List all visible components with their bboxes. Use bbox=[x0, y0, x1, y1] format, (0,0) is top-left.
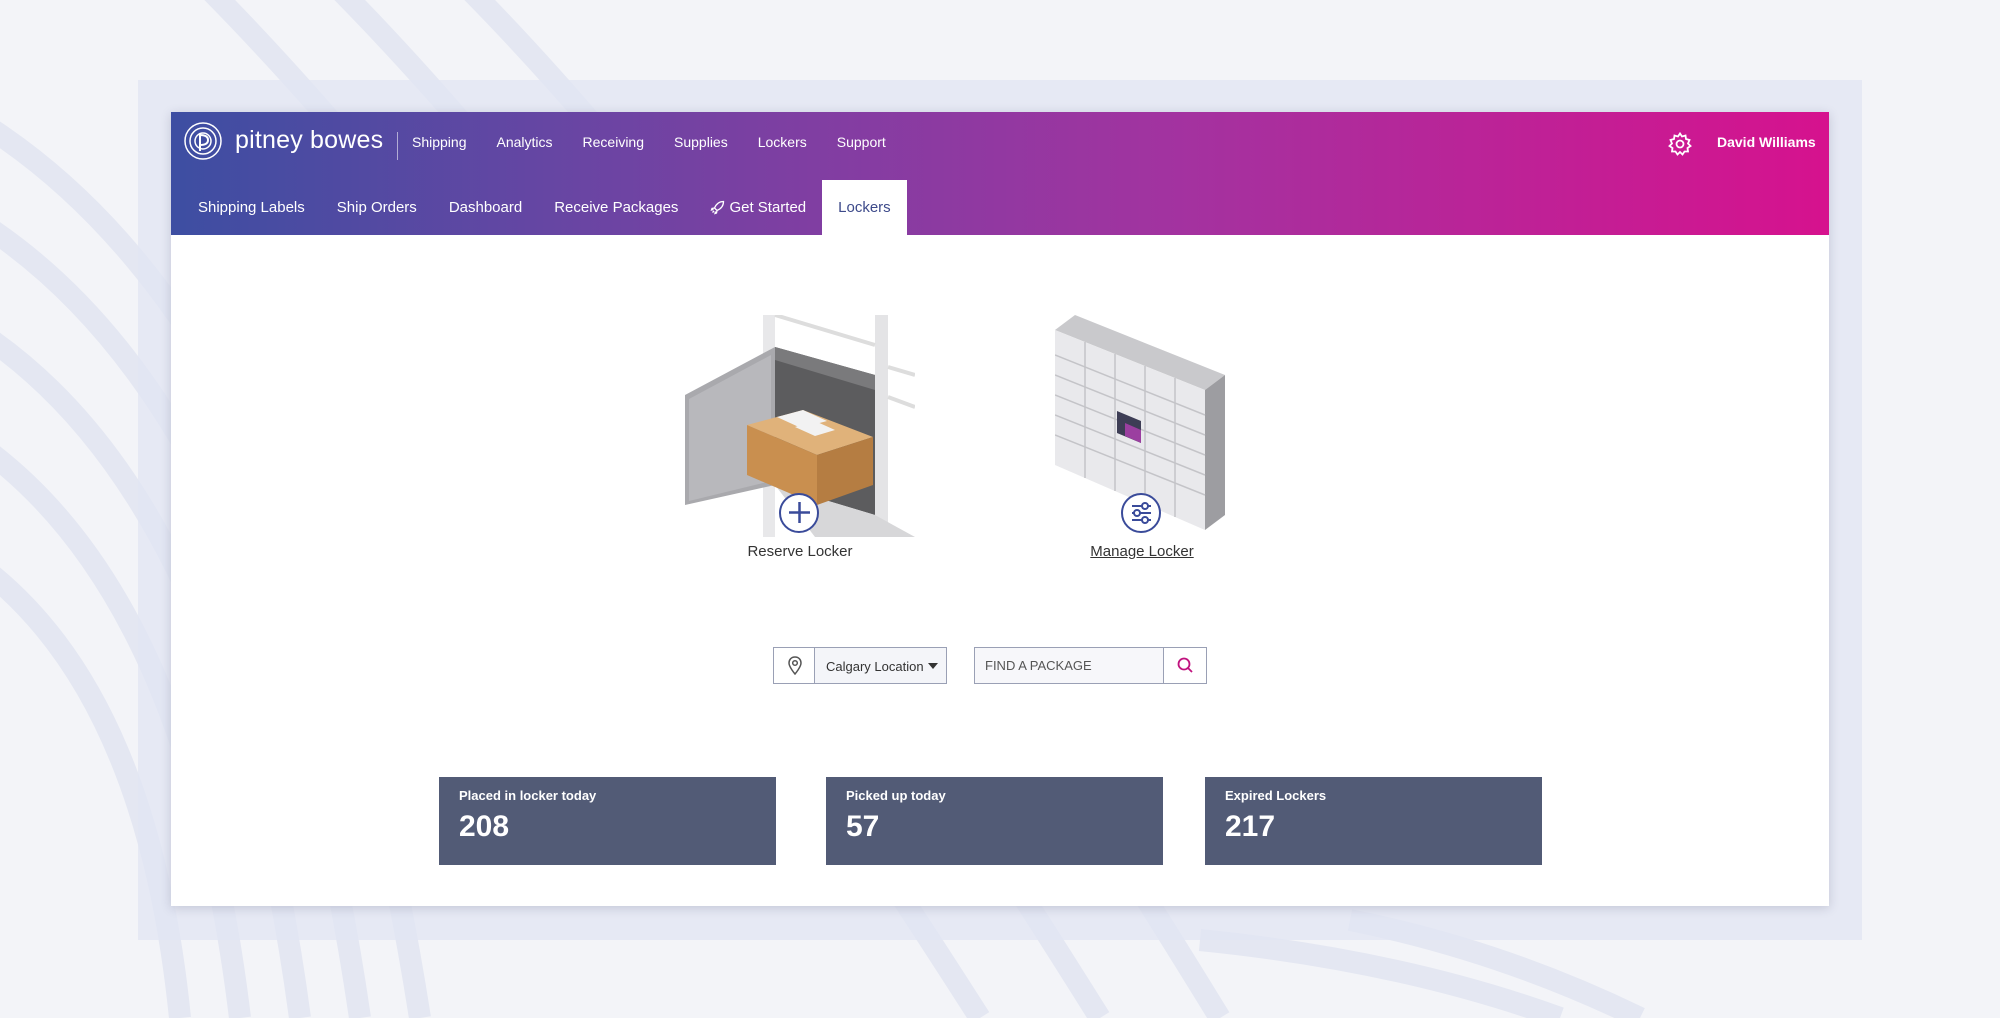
search-button[interactable] bbox=[1163, 647, 1207, 684]
tab-receive-packages[interactable]: Receive Packages bbox=[538, 180, 694, 235]
nav-analytics[interactable]: Analytics bbox=[497, 134, 553, 150]
top-header: pitney bowes Shipping Analytics Receivin… bbox=[171, 112, 1829, 235]
location-pin-button[interactable] bbox=[773, 647, 815, 684]
nav-receiving[interactable]: Receiving bbox=[583, 134, 644, 150]
location-pin-icon bbox=[788, 656, 802, 676]
nav-lockers[interactable]: Lockers bbox=[758, 134, 807, 150]
stat-value: 217 bbox=[1225, 810, 1276, 843]
tab-label: Receive Packages bbox=[554, 199, 679, 216]
app-window: pitney bowes Shipping Analytics Receivin… bbox=[171, 112, 1829, 906]
reserve-locker-action[interactable]: Reserve Locker bbox=[685, 315, 915, 675]
brand-divider bbox=[397, 132, 398, 160]
stat-card-placed: Placed in locker today 208 bbox=[439, 777, 776, 865]
add-icon[interactable] bbox=[779, 493, 819, 533]
stat-card-expired: Expired Lockers 217 bbox=[1205, 777, 1542, 865]
stat-value: 208 bbox=[459, 810, 510, 843]
stat-label: Placed in locker today bbox=[459, 788, 597, 803]
location-select-value: Calgary Location bbox=[826, 659, 924, 674]
user-name[interactable]: David Williams bbox=[1717, 134, 1816, 150]
stat-value: 57 bbox=[846, 810, 880, 843]
stat-label: Expired Lockers bbox=[1225, 788, 1327, 803]
search-icon bbox=[1177, 657, 1193, 673]
brand-name[interactable]: pitney bowes bbox=[235, 126, 383, 155]
nav-shipping[interactable]: Shipping bbox=[412, 134, 467, 150]
find-package-input[interactable] bbox=[974, 647, 1164, 684]
tab-label: Dashboard bbox=[448, 199, 523, 216]
tab-label: Ship Orders bbox=[336, 199, 417, 216]
rocket-icon bbox=[710, 200, 725, 215]
tab-get-started[interactable]: Get Started bbox=[694, 180, 822, 235]
sliders-icon[interactable] bbox=[1121, 493, 1161, 533]
stat-label: Picked up today bbox=[846, 788, 946, 803]
reserve-locker-label[interactable]: Reserve Locker bbox=[685, 543, 915, 560]
nav-support[interactable]: Support bbox=[837, 134, 886, 150]
tab-ship-orders[interactable]: Ship Orders bbox=[321, 180, 433, 235]
tab-label: Lockers bbox=[838, 199, 891, 216]
tab-label: Shipping Labels bbox=[198, 199, 305, 216]
location-select[interactable]: Calgary Location bbox=[814, 647, 947, 684]
gear-icon[interactable] bbox=[1667, 131, 1693, 157]
top-nav: Shipping Analytics Receiving Supplies Lo… bbox=[412, 134, 916, 150]
manage-locker-label[interactable]: Manage Locker bbox=[1027, 543, 1257, 560]
manage-locker-action[interactable]: Manage Locker bbox=[1027, 315, 1257, 675]
pitney-bowes-logo-icon bbox=[184, 122, 222, 160]
nav-supplies[interactable]: Supplies bbox=[674, 134, 728, 150]
tab-lockers[interactable]: Lockers bbox=[822, 180, 907, 235]
tab-dashboard[interactable]: Dashboard bbox=[433, 180, 538, 235]
tab-shipping-labels[interactable]: Shipping Labels bbox=[171, 180, 321, 235]
stat-card-picked-up: Picked up today 57 bbox=[826, 777, 1163, 865]
chevron-down-icon bbox=[928, 663, 938, 669]
sub-nav-tabs: Shipping Labels Ship Orders Dashboard Re… bbox=[171, 180, 907, 235]
tab-label: Get Started bbox=[729, 199, 807, 216]
